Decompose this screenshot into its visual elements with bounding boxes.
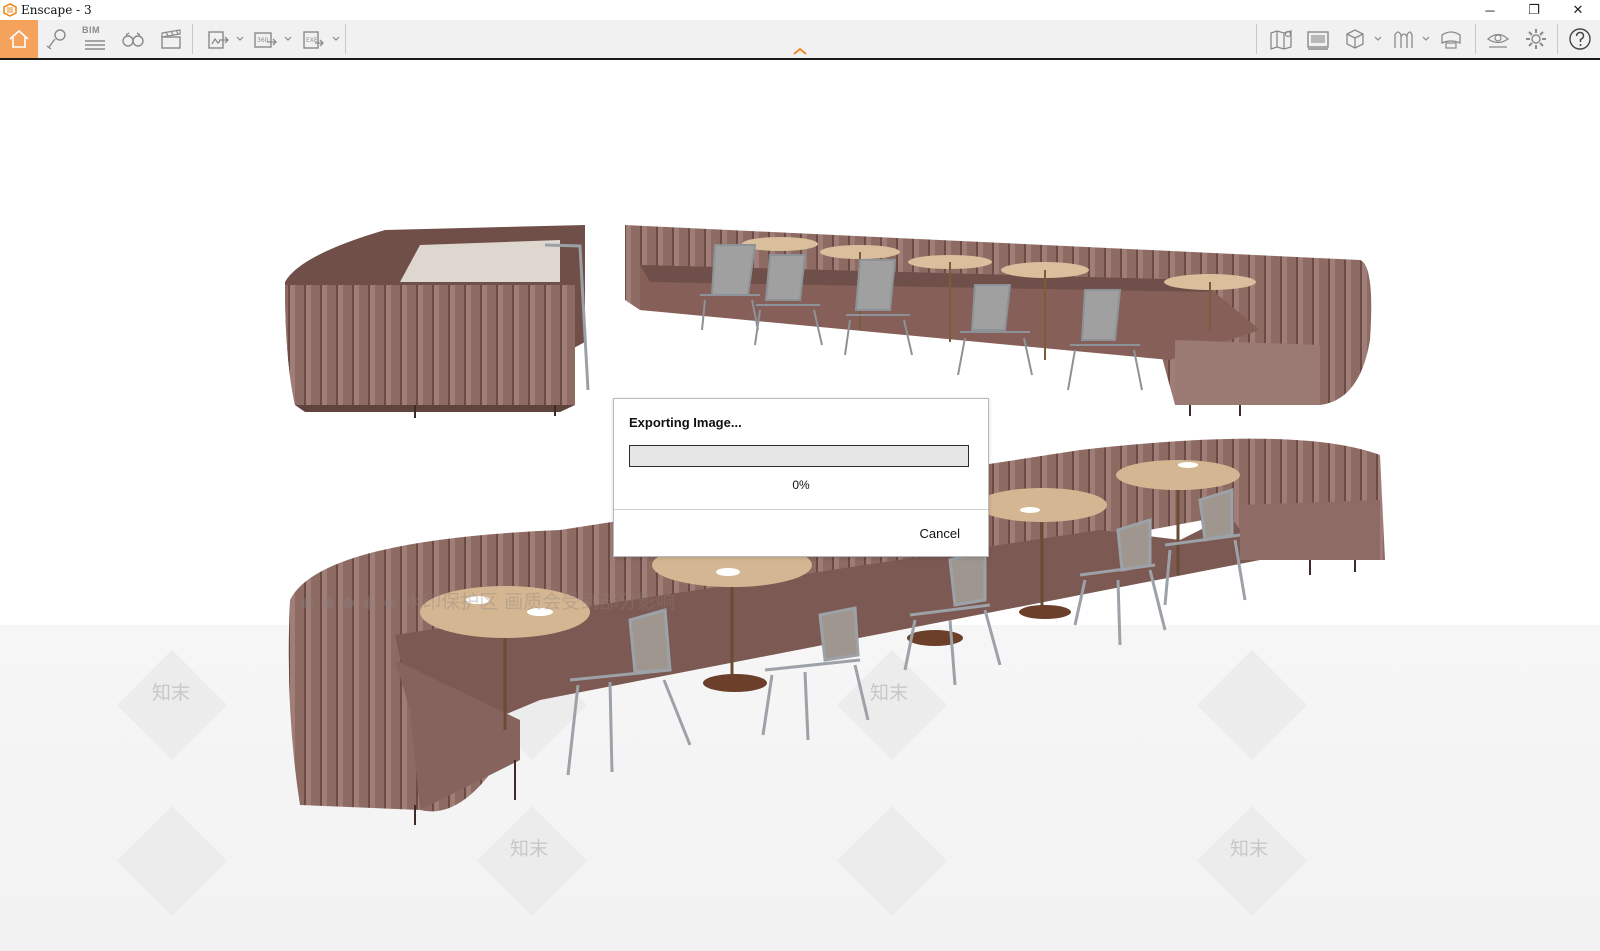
export-panorama-button[interactable]: 360	[246, 20, 284, 58]
toolbar-separator	[1256, 24, 1257, 54]
enscape-logo-icon	[3, 3, 17, 17]
booth-top-right	[625, 225, 1372, 416]
settings-gear-icon	[1526, 29, 1546, 49]
watermark-text: ◆ ◆ ◆ ◆ ◆ 水印保护区 画质会受到部分影响	[300, 591, 676, 613]
camera-icon	[1441, 31, 1461, 49]
dialog-divider	[614, 509, 988, 510]
watermark-brand: 知末	[870, 682, 909, 704]
settings-button[interactable]	[1517, 20, 1555, 58]
toolbar-separator	[1475, 24, 1476, 54]
watermark-brand: 知末	[510, 838, 549, 860]
chevron-down-icon	[1374, 36, 1382, 41]
binoculars-icon	[122, 32, 144, 47]
svg-text:360: 360	[257, 37, 269, 44]
map-button[interactable]	[1262, 20, 1300, 58]
export-progress-dialog: Exporting Image... 0% Cancel	[613, 398, 989, 557]
title-bar: Enscape - 3 ─ ❐ ✕	[0, 0, 1600, 20]
home-icon	[9, 29, 29, 48]
bim-label: BIM	[82, 25, 100, 35]
toolbar-separator	[345, 24, 346, 54]
chevron-down-icon	[332, 36, 340, 41]
export-panorama-icon: 360	[254, 32, 277, 48]
cancel-button[interactable]: Cancel	[920, 526, 960, 541]
toolbar-separator	[192, 24, 193, 54]
progress-bar	[629, 445, 969, 467]
asset-library-icon	[1394, 31, 1413, 48]
asset-library-button[interactable]	[1384, 20, 1422, 58]
chevron-down-icon	[236, 36, 244, 41]
map-icon	[1270, 30, 1292, 50]
collapse-toolbar-chevron-icon[interactable]	[791, 46, 809, 56]
cube-icon	[1346, 29, 1364, 49]
help-button[interactable]	[1561, 20, 1599, 58]
dialog-title: Exporting Image...	[629, 415, 742, 430]
window-title: Enscape - 3	[21, 3, 92, 17]
close-button[interactable]: ✕	[1556, 0, 1600, 20]
watermark-brand: 知末	[152, 682, 191, 704]
view-cube-dropdown[interactable]	[1373, 20, 1383, 58]
progress-percent: 0%	[792, 478, 810, 492]
help-icon	[1569, 28, 1591, 50]
toolbar-separator	[1557, 24, 1558, 54]
export-exe-dropdown[interactable]	[331, 20, 341, 58]
clapperboard-icon	[161, 29, 181, 49]
export-image-icon	[208, 31, 229, 49]
chevron-down-icon	[284, 36, 292, 41]
view-cube-button[interactable]	[1336, 20, 1374, 58]
gallery-icon	[1307, 31, 1329, 50]
export-image-dropdown[interactable]	[235, 20, 245, 58]
home-button[interactable]	[0, 20, 38, 58]
walk-mode-button[interactable]	[114, 20, 152, 58]
watermark-brand: 知末	[1230, 838, 1269, 860]
restore-button[interactable]: ❐	[1512, 0, 1556, 20]
export-exe-button[interactable]: EXE	[294, 20, 332, 58]
pin-icon	[46, 29, 66, 50]
minimize-button[interactable]: ─	[1468, 0, 1512, 20]
video-editor-button[interactable]	[152, 20, 190, 58]
views-button[interactable]	[38, 20, 76, 58]
window-controls: ─ ❐ ✕	[1468, 0, 1600, 20]
gallery-button[interactable]	[1299, 20, 1337, 58]
booth-top-left	[285, 225, 590, 418]
bim-button[interactable]: BIM	[76, 20, 114, 58]
visual-settings-button[interactable]	[1479, 20, 1517, 58]
chevron-down-icon	[1422, 36, 1430, 41]
export-panorama-dropdown[interactable]	[283, 20, 293, 58]
camera-button[interactable]	[1432, 20, 1470, 58]
visual-settings-icon	[1486, 33, 1510, 48]
asset-library-dropdown[interactable]	[1421, 20, 1431, 58]
export-image-button[interactable]	[199, 20, 237, 58]
export-exe-icon: EXE	[303, 31, 324, 49]
